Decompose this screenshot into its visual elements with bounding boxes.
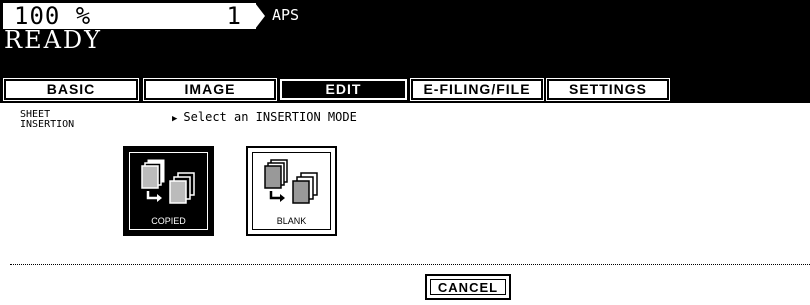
cancel-button[interactable]: CANCEL bbox=[425, 274, 511, 300]
counter-pointer-icon bbox=[255, 3, 266, 29]
section-title: SHEET INSERTION bbox=[20, 110, 74, 130]
section-title-line-2: INSERTION bbox=[20, 119, 75, 130]
tab-image-label: IMAGE bbox=[184, 81, 236, 97]
instruction-prompt: ▶ Select an INSERTION MODE bbox=[172, 110, 357, 124]
copied-mode-button[interactable]: COPIED bbox=[123, 146, 214, 236]
pointer-arrow-icon: ▶ bbox=[172, 114, 178, 124]
blank-sheet-insertion-icon bbox=[264, 159, 318, 204]
tab-basic[interactable]: BASIC bbox=[3, 78, 139, 101]
tab-basic-label: BASIC bbox=[46, 81, 96, 97]
tab-e-filing-file[interactable]: E-FILING/FILE bbox=[410, 78, 544, 101]
machine-status: READY bbox=[4, 26, 103, 54]
cancel-button-label: CANCEL bbox=[430, 279, 506, 295]
tab-e-filing-file-label: E-FILING/FILE bbox=[423, 81, 531, 97]
tab-settings[interactable]: SETTINGS bbox=[546, 78, 670, 101]
tab-bar: BASIC IMAGE EDIT E-FILING/FILE SETTINGS bbox=[0, 76, 810, 103]
instruction-text: Select an INSERTION MODE bbox=[183, 110, 357, 124]
copied-mode-label: COPIED bbox=[151, 216, 186, 226]
copied-sheet-insertion-icon bbox=[141, 159, 195, 204]
tab-settings-label: SETTINGS bbox=[568, 81, 647, 97]
status-bar: 100 % 1 APS READY bbox=[0, 0, 810, 76]
tab-edit[interactable]: EDIT bbox=[279, 78, 408, 101]
tab-image[interactable]: IMAGE bbox=[143, 78, 277, 101]
blank-mode-label: BLANK bbox=[276, 216, 307, 226]
dotted-divider bbox=[10, 264, 810, 265]
copy-count: 1 bbox=[226, 2, 241, 30]
paper-size: APS bbox=[272, 6, 300, 24]
blank-mode-button[interactable]: BLANK bbox=[246, 146, 337, 236]
tab-edit-label: EDIT bbox=[325, 81, 362, 97]
